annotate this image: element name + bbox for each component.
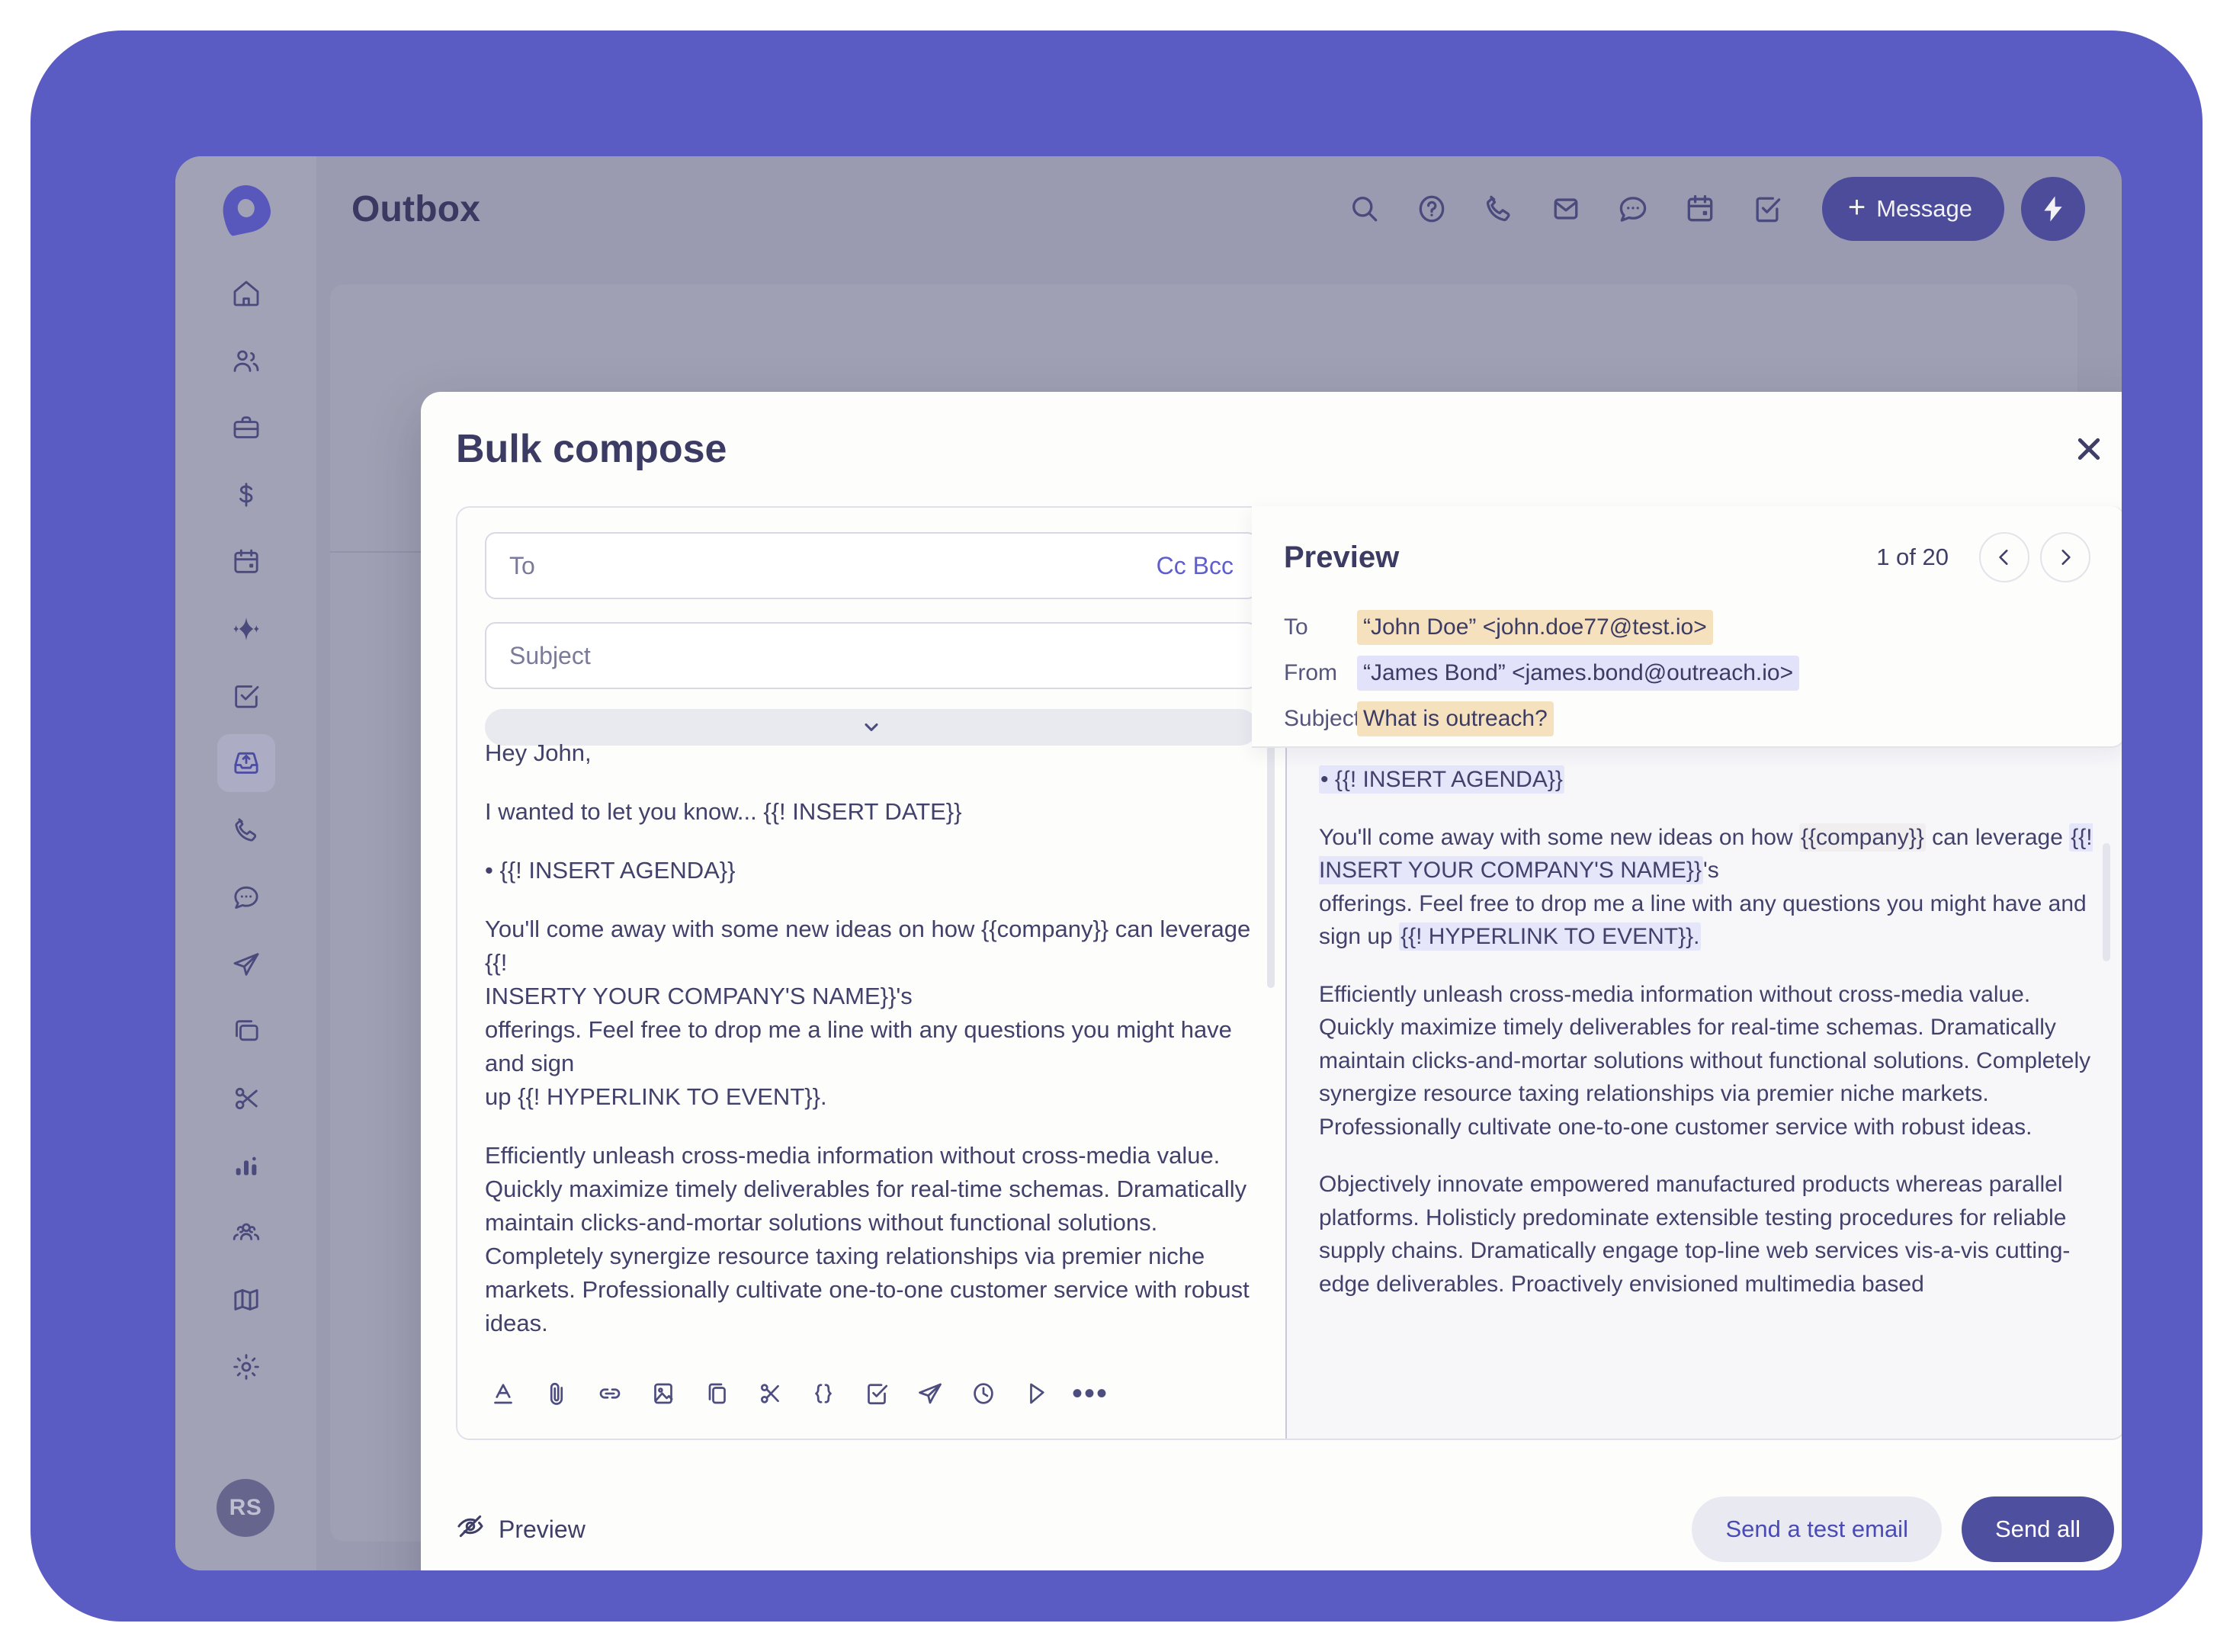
cursor-icon[interactable] — [1014, 1371, 1060, 1416]
clock-icon[interactable] — [961, 1371, 1006, 1416]
editor-toolbar: ••• — [457, 1349, 1285, 1439]
preview-toggle-button[interactable]: Preview — [456, 1512, 586, 1547]
modal-title: Bulk compose — [456, 427, 727, 471]
image-icon[interactable] — [640, 1371, 686, 1416]
preview-meta: To “John Doe” <john.doe77@test.io> From … — [1284, 610, 2090, 736]
preview-para-efficiently: Efficiently unleash cross-media informat… — [1319, 981, 2091, 1140]
compose-line-date: I wanted to let you know... {{! INSERT D… — [485, 798, 962, 826]
scissors-icon[interactable] — [747, 1371, 793, 1416]
preview-para-offer: You'll come away with some new ideas on … — [1319, 821, 2095, 954]
compose-line-agenda: • {{! INSERT AGENDA}} — [485, 857, 736, 884]
token-hyperlink-event: {{! HYPERLINK TO EVENT}}. — [1399, 922, 1702, 951]
preview-meta-value-to: “John Doe” <john.doe77@test.io> — [1357, 610, 1713, 645]
preview-offer-pre: You'll come away with some new ideas on … — [1319, 824, 1799, 850]
preview-offer-post: 's — [1702, 858, 1719, 883]
preview-next-button[interactable] — [2040, 532, 2090, 582]
footer-actions: Send a test email Send all — [1692, 1496, 2114, 1562]
compose-offer-b: INSERTY YOUR COMPANY'S NAME}}'s — [485, 983, 913, 1010]
preview-meta-row-to: To “John Doe” <john.doe77@test.io> — [1284, 610, 2090, 645]
preview-header-card: Preview 1 of 20 To “John Doe” <john.doe7… — [1252, 506, 2122, 748]
compose-offer-c: offerings. Feel free to drop me a line w… — [485, 1016, 1232, 1077]
preview-meta-key: Subject — [1284, 706, 1361, 731]
preview-meta-value-from: “James Bond” <james.bond@outreach.io> — [1357, 656, 1800, 691]
compose-editor-body[interactable]: Hey John, I wanted to let you know... {{… — [485, 736, 1272, 1341]
to-field[interactable]: To Cc Bcc — [485, 532, 1258, 599]
to-placeholder: To — [509, 551, 535, 579]
device-frame: RS Outbox + Message Bulk compose To Cc B… — [30, 30, 2203, 1622]
text-format-icon[interactable] — [480, 1371, 526, 1416]
token-company: {{company}} — [1798, 823, 1926, 852]
template-icon[interactable] — [694, 1371, 740, 1416]
link-icon[interactable] — [587, 1371, 633, 1416]
preview-counter: 1 of 20 — [1876, 544, 1949, 570]
send-test-email-button[interactable]: Send a test email — [1692, 1496, 1942, 1562]
preview-offer-mid: can leverage — [1925, 824, 2070, 850]
preview-body: Hey John, I wanted to let you know... {{… — [1319, 648, 2095, 1439]
cc-bcc-toggle[interactable]: Cc Bcc — [1157, 552, 1234, 580]
send-icon[interactable] — [907, 1371, 953, 1416]
compose-pane: To Cc Bcc Subject Hey John, I wanted to … — [457, 508, 1287, 1439]
eye-off-icon — [456, 1512, 485, 1547]
task-check-icon[interactable] — [854, 1371, 900, 1416]
preview-meta-key: From — [1284, 660, 1337, 685]
compose-greeting: Hey John, — [485, 739, 592, 766]
preview-meta-row-subject: Subject What is outreach? — [1284, 701, 2090, 736]
preview-scrollbar[interactable] — [2103, 843, 2110, 961]
modal-header: Bulk compose — [421, 392, 2122, 506]
close-icon[interactable] — [2062, 422, 2116, 476]
preview-header-row: Preview 1 of 20 — [1284, 532, 2090, 582]
variable-icon[interactable] — [800, 1371, 846, 1416]
subject-placeholder: Subject — [509, 641, 591, 669]
compose-offer-a: You'll come away with some new ideas on … — [485, 916, 1251, 977]
preview-meta-key: To — [1284, 614, 1308, 640]
app-window: RS Outbox + Message Bulk compose To Cc B… — [175, 156, 2122, 1570]
preview-meta-row-from: From “James Bond” <james.bond@outreach.i… — [1284, 656, 2090, 691]
compose-offer-d: up {{! HYPERLINK TO EVENT}}. — [485, 1083, 827, 1111]
token-insert-agenda: • {{! INSERT AGENDA}} — [1319, 765, 1564, 794]
preview-label: Preview — [1284, 540, 1400, 574]
more-icon[interactable]: ••• — [1067, 1371, 1113, 1416]
modal-footer: Preview Send a test email Send all — [421, 1468, 2122, 1570]
subject-field[interactable]: Subject — [485, 622, 1258, 689]
preview-line-agenda: • {{! INSERT AGENDA}} — [1319, 763, 2095, 797]
compose-scrollbar[interactable] — [1267, 736, 1275, 988]
preview-prev-button[interactable] — [1979, 532, 2029, 582]
preview-toggle-label: Preview — [499, 1515, 586, 1543]
compose-para-offer: You'll come away with some new ideas on … — [485, 913, 1272, 1114]
compose-para-efficiently: Efficiently unleash cross-media informat… — [485, 1142, 1250, 1337]
bulk-compose-modal: Bulk compose To Cc Bcc Subject Hey John,… — [421, 392, 2122, 1570]
send-all-button[interactable]: Send all — [1961, 1496, 2114, 1562]
preview-para-objectively: Objectively innovate empowered manufactu… — [1319, 1172, 2071, 1297]
preview-meta-value-subject: What is outreach? — [1357, 701, 1554, 736]
attachment-icon[interactable] — [534, 1371, 579, 1416]
